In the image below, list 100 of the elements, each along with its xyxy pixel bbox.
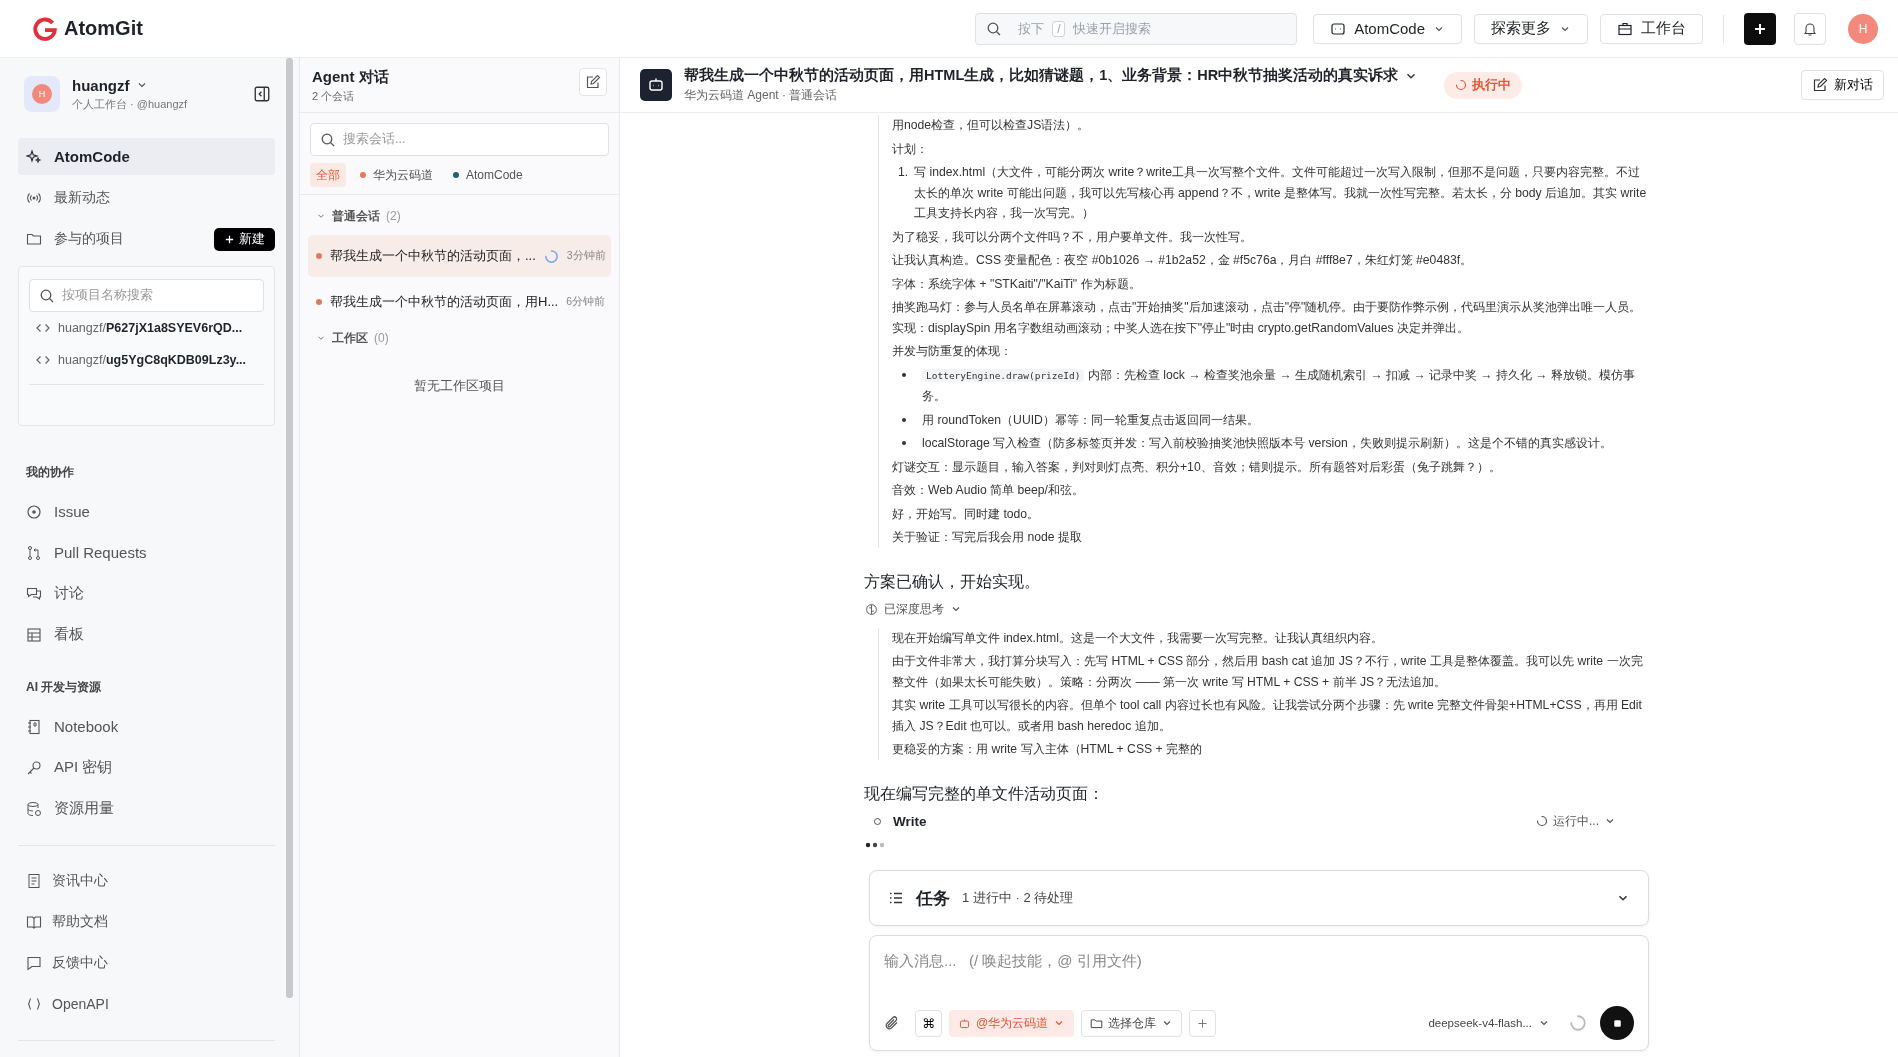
robot-icon [640, 69, 672, 101]
tool-status[interactable]: 运行中... [1536, 812, 1616, 830]
command-button[interactable]: ⌘ [915, 1009, 942, 1037]
tool-name: Write [893, 813, 927, 829]
task-title: 任务 [916, 887, 950, 910]
group-header[interactable]: 普通会话 (2) [308, 205, 611, 227]
brain-icon [865, 602, 878, 616]
thought-text: 由于文件非常大，我打算分块写入：先写 HTML + CSS 部分，然后用 bash cat 追加 JS？不行，write 工具是整体覆盖。我可以先 write 一次完整文件（如果太长可能失败）。策略：分两次 —— 第一次 write 写 HTML + CSS + 前半 JS？无法追加。 [892, 653, 1644, 691]
project-link[interactable]: huangzf/P627jX1a8SYEV6rQD... [29, 312, 264, 344]
collapse-sidebar-icon[interactable] [253, 85, 271, 103]
key-icon [26, 759, 42, 776]
search-icon [986, 20, 1003, 37]
bullet [902, 417, 906, 422]
typing-indicator [865, 841, 887, 848]
nav-item[interactable]: Notebook [18, 708, 275, 745]
nav-item[interactable]: 资讯中心 [18, 862, 275, 899]
thought-text: 用 roundToken（UUID）幂等：同一轮重复点击返回同一结果。 [922, 411, 1259, 429]
nav-item[interactable]: 看板 [18, 616, 275, 653]
thinking-toggle[interactable]: 已深度思考 [865, 600, 962, 618]
logo-icon [32, 15, 58, 42]
folder-icon [1090, 1016, 1104, 1030]
filter-tab[interactable]: AtomCode [447, 163, 529, 187]
empty-state: 暂无工作区项目 [413, 377, 506, 395]
new-session-button[interactable] [579, 68, 607, 96]
nav-button[interactable]: 探索更多 [1474, 13, 1588, 44]
stop-button[interactable] [1600, 1006, 1634, 1040]
new-project-button[interactable]: 新建 [214, 227, 275, 251]
thought-text: 好，开始写。同时建 todo。 [892, 505, 1041, 523]
document-icon [26, 872, 42, 889]
thought-text: 用node检查，但可以检查JS语法）。 [892, 117, 1091, 134]
thought-text: 抽奖跑马灯：参与人员名单在屏幕滚动，点击"开始抽奖"后加速滚动，点击"停"随机停。由于要防作弊示例，代码里演示从奖池弹出唯一人员。实现：displaySpin 用名字数组动画滚动；中奖人选在按下"停止"时由 crypto.getRandomValues 决定并弹出。 [892, 299, 1643, 337]
conversation-title: 帮我生成一个中秋节的活动页面，用HTML生成，比如猜谜题，1、业务背景：HR中秋节抽奖活动的真实诉求 [684, 66, 1399, 85]
thought-text: 为了稳妥，我可以分两个文件吗？不，用户要单文件。我一次性写。 [892, 228, 1253, 246]
message-text: 现在编写完整的单文件活动页面： [864, 783, 1105, 804]
nav-item[interactable]: API 密钥 [18, 749, 275, 786]
pull-request-icon [26, 544, 42, 561]
plus-icon [224, 233, 235, 245]
filter-tab[interactable]: 华为云码道 [354, 163, 439, 187]
database-icon [26, 800, 42, 817]
list-number: 1. [898, 164, 909, 181]
repository-selector[interactable]: 选择仓库 [1081, 1009, 1183, 1037]
issue-icon [26, 503, 42, 520]
session-item[interactable]: 帮我生成一个中秋节的活动页面，... 3分钟前 [308, 235, 611, 277]
nav-item[interactable]: AtomCode [18, 138, 275, 175]
nav-item[interactable]: 参与的项目 [18, 220, 132, 258]
edit-icon [1812, 77, 1828, 93]
thought-text: 让我认真构造。CSS 变量配色：夜空 #0b1026 → #1b2a52，金 #f5c76a，月白 #fff8e7，朱红灯笼 #e0483f。 [892, 252, 1474, 269]
bell-icon [1802, 20, 1818, 37]
sparkle-icon [26, 148, 42, 165]
scrollbar[interactable] [286, 58, 293, 998]
nav-item[interactable]: 资源用量 [18, 790, 275, 827]
model-selector[interactable]: deepseek-v4-flash... [1422, 1016, 1556, 1030]
plus-icon [1196, 1016, 1210, 1030]
braces-icon [26, 995, 42, 1012]
new-chat-button[interactable]: 新对话 [1801, 70, 1884, 100]
status-badge: 执行中 [1444, 71, 1523, 99]
thought-text: 灯谜交互：显示题目，输入答案，判对则灯点亮、积分+10、音效；错则提示。所有题答对后彩蛋（兔子跳舞？）。 [892, 458, 1502, 476]
user-name[interactable]: huangzf [72, 76, 130, 94]
brand-name: AtomGit [64, 17, 143, 40]
table-icon [26, 626, 42, 643]
thought-text: 并发与防重复的体现： [892, 343, 1013, 360]
project-link[interactable]: huangzf/ug5YgC8qKDB09Lz3y... [29, 344, 264, 376]
nav-item[interactable]: Issue [18, 493, 275, 530]
nav-item[interactable]: 最新动态 [18, 179, 275, 216]
group-header[interactable]: 工作区 (0) [308, 327, 611, 349]
search-icon [320, 131, 336, 148]
thought-text: 写 index.html（大文件，可能分两次 write？write工具一次写整个文件。文件可能超过一次写入限制，但那不是问题，只要内容完整。不过太长的单次 write 可能出问题，我可以先写核心再 append？不，write 是整体写。我就一次性写完整。若太长，分 body 后追加。其实 write 工具支持长内容，我一次写完。） [914, 164, 1648, 222]
thought-text: 音效：Web Audio 简单 beep/和弦。 [892, 482, 1085, 499]
message-text: 方案已确认，开始实现。 [864, 571, 1041, 592]
thought-text: 计划： [892, 140, 929, 158]
nav-item[interactable]: 反馈中心 [18, 944, 275, 981]
nav-item[interactable]: 讨论 [18, 575, 275, 612]
task-card[interactable]: 任务 1 进行中 · 2 待处理 [869, 870, 1649, 926]
section-heading: AI 开发与资源 [25, 679, 103, 696]
thought-text: 现在开始编写单文件 index.html。这是一个大文件，我需要一次写完整。让我认真组织内容。 [892, 629, 1384, 647]
notifications-button[interactable] [1794, 12, 1826, 45]
session-count: 2 个会话 [312, 89, 356, 104]
book-icon [26, 913, 42, 930]
panel-title: Agent 对话 [312, 68, 389, 87]
workspace-label: 个人工作台 · @huangzf [72, 96, 189, 112]
list-icon [888, 890, 904, 906]
task-summary: 1 进行中 · 2 待处理 [962, 889, 1074, 907]
thought-text: LotteryEngine.draw(prizeId) 内部：先检查 lock → 检查奖池余量 → 生成随机索引 → 扣减 → 记录中奖 → 持久化 → 释放锁。模仿事务。 [922, 366, 1636, 405]
briefcase-icon [1617, 20, 1633, 37]
nav-item[interactable]: OpenAPI [18, 985, 275, 1022]
agent-icon [1330, 20, 1347, 37]
nav-item[interactable]: Pull Requests [18, 534, 275, 571]
session-item[interactable]: 帮我生成一个中秋节的活动页面，用H... 6分钟前 [308, 281, 611, 323]
edit-icon [585, 74, 601, 90]
create-button[interactable] [1744, 12, 1776, 45]
message-input[interactable]: 输入消息... (/ 唤起技能，@ 引用文件) [884, 952, 1142, 971]
nav-item[interactable]: 帮助文档 [18, 903, 275, 940]
bullet [902, 372, 906, 377]
nav-button[interactable]: AtomCode [1313, 13, 1462, 44]
nav-button[interactable]: 工作台 [1600, 13, 1703, 44]
robot-icon [958, 1016, 971, 1030]
paperclip-icon[interactable] [884, 1015, 900, 1031]
thought-text: 更稳妥的方案：用 write 写入主体（HTML + CSS + 完整的 [892, 741, 1204, 758]
conversation-subtitle: 华为云码道 Agent · 普通会话 [684, 87, 839, 104]
thought-text: 其实 write 工具可以写很长的内容。但单个 tool call 内容过长也有风险。让我尝试分两个步骤：先 write 完整文件骨架+HTML+CSS，再用 Edit 插入 JS？Edit 也可以。或者用 bash heredoc 追加。 [892, 697, 1643, 735]
